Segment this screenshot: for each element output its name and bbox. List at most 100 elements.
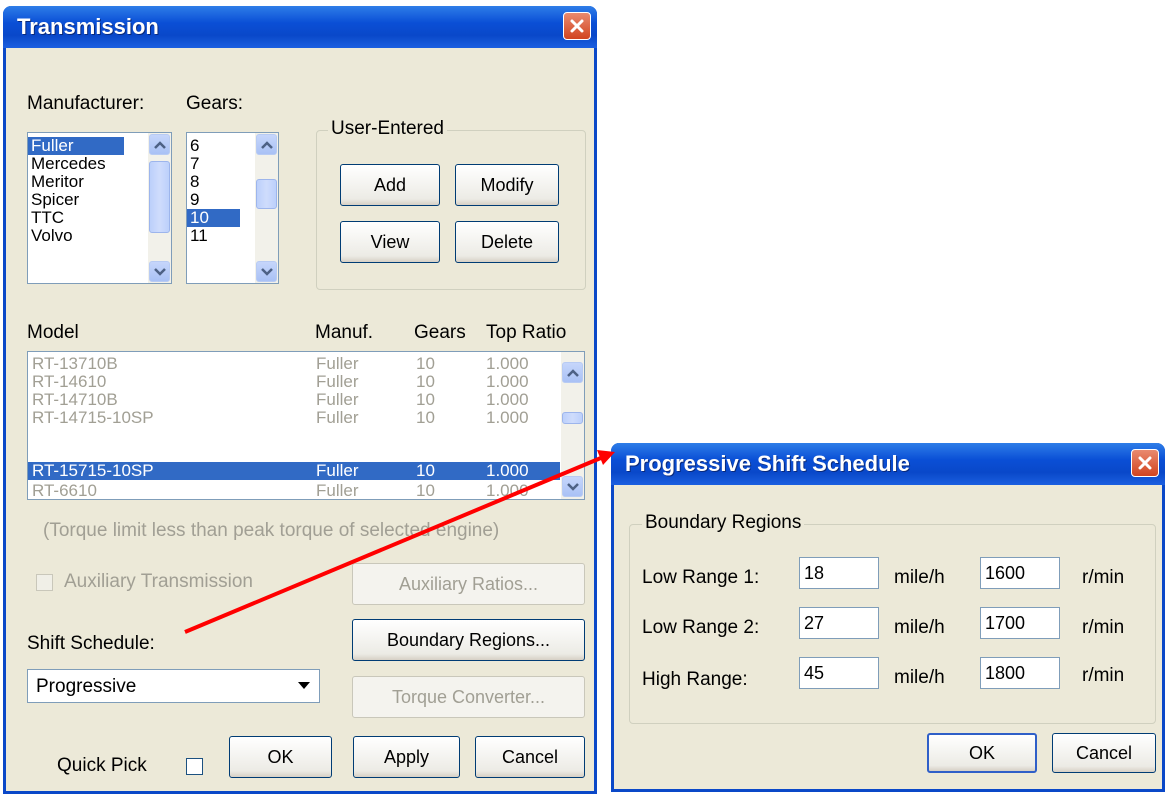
manuf-cell: Fuller [316, 481, 359, 500]
chevron-down-icon [260, 267, 273, 276]
user-entered-group [316, 130, 586, 290]
torque-converter-button[interactable]: Torque Converter... [352, 676, 585, 718]
chevron-down-icon [566, 482, 579, 491]
high-range-speed-input[interactable] [799, 657, 879, 689]
model-listbox[interactable]: RT-13710B Fuller 10 1.000 RT-14610 Fulle… [27, 351, 585, 500]
scroll-down-button[interactable] [256, 261, 277, 282]
list-item[interactable]: Fuller [28, 137, 124, 155]
table-row-selected[interactable]: RT-15715-10SP Fuller 10 1.000 [28, 462, 560, 480]
boundary-regions-button[interactable]: Boundary Regions... [352, 619, 585, 661]
gears-cell: 10 [416, 408, 435, 427]
gears-cell: 10 [416, 461, 435, 480]
quick-pick-label: Quick Pick [57, 755, 147, 776]
transmission-title: Transmission [17, 14, 159, 39]
shift-schedule-dropdown[interactable]: Progressive [27, 669, 320, 703]
auxiliary-transmission-label: Auxiliary Transmission [64, 571, 253, 592]
gears-cell: 10 [416, 481, 435, 500]
chevron-up-icon [260, 140, 273, 149]
auxiliary-transmission-checkbox[interactable] [36, 574, 53, 591]
chevron-down-icon [298, 682, 310, 689]
ratio-cell: 1.000 [486, 354, 529, 373]
view-button[interactable]: View [340, 221, 440, 263]
high-range-rpm-unit: r/min [1082, 665, 1125, 686]
cancel-button[interactable]: Cancel [1052, 733, 1156, 773]
low-range-2-speed-input[interactable] [799, 607, 879, 639]
list-item[interactable]: 10 [187, 209, 240, 227]
manuf-cell: Fuller [316, 372, 359, 391]
model-cell: RT-14710B [32, 390, 118, 409]
manufacturer-listbox[interactable]: Fuller Mercedes Meritor Spicer TTC Volvo [27, 132, 172, 284]
gears-listbox[interactable]: 6 7 8 9 10 11 [186, 132, 279, 284]
table-row[interactable]: RT-6610 Fuller 10 1.000 [28, 482, 560, 500]
dropdown-arrow-button[interactable] [292, 673, 316, 699]
scroll-thumb[interactable] [149, 161, 170, 233]
model-cell: RT-14715-10SP [32, 408, 154, 427]
table-row[interactable]: RT-14610 Fuller 10 1.000 [28, 373, 560, 391]
column-header-model: Model [27, 322, 79, 343]
chevron-up-icon [566, 368, 579, 377]
transmission-window: Transmission Manufacturer: Fuller Merced… [3, 6, 597, 794]
model-cell: RT-6610 [32, 481, 97, 500]
low-range-1-speed-input[interactable] [799, 557, 879, 589]
low-range-2-speed-unit: mile/h [894, 617, 945, 638]
scroll-up-button[interactable] [256, 134, 277, 155]
ratio-cell: 1.000 [486, 408, 529, 427]
manufacturer-label: Manufacturer: [27, 93, 145, 114]
table-row[interactable]: RT-14715-10SP Fuller 10 1.000 [28, 409, 560, 427]
auxiliary-ratios-button[interactable]: Auxiliary Ratios... [352, 563, 585, 605]
gears-cell: 10 [416, 354, 435, 373]
gears-scrollbar[interactable] [255, 133, 278, 283]
apply-button[interactable]: Apply [353, 736, 460, 778]
shift-schedule-dialog: Progressive Shift Schedule Boundary Regi… [611, 443, 1165, 792]
ratio-cell: 1.000 [486, 461, 529, 480]
scroll-up-button[interactable] [562, 362, 583, 383]
ratio-cell: 1.000 [486, 390, 529, 409]
scroll-thumb[interactable] [256, 179, 277, 209]
ok-button[interactable]: OK [927, 733, 1037, 773]
ok-button[interactable]: OK [229, 736, 332, 778]
close-icon [570, 19, 584, 33]
gears-cell: 10 [416, 372, 435, 391]
manuf-cell: Fuller [316, 461, 359, 480]
manuf-cell: Fuller [316, 354, 359, 373]
model-scrollbar[interactable] [561, 352, 584, 499]
table-row[interactable]: RT-14710B Fuller 10 1.000 [28, 391, 560, 409]
low-range-2-rpm-input[interactable] [980, 607, 1060, 639]
manuf-cell: Fuller [316, 408, 359, 427]
column-header-manuf: Manuf. [315, 322, 374, 343]
low-range-1-rpm-input[interactable] [980, 557, 1060, 589]
close-button[interactable] [1131, 449, 1159, 477]
chevron-down-icon [153, 267, 166, 276]
scroll-up-button[interactable] [149, 134, 170, 155]
low-range-2-label: Low Range 2: [642, 617, 760, 638]
add-button[interactable]: Add [340, 164, 440, 206]
quick-pick-checkbox[interactable] [186, 758, 203, 775]
shift-schedule-label: Shift Schedule: [27, 633, 155, 654]
manufacturer-scrollbar[interactable] [148, 133, 171, 283]
gears-label: Gears: [186, 93, 244, 114]
modify-button[interactable]: Modify [455, 164, 559, 206]
model-cell: RT-15715-10SP [32, 461, 154, 480]
table-row[interactable]: RT-13710B Fuller 10 1.000 [28, 355, 560, 373]
gears-cell: 10 [416, 390, 435, 409]
transmission-title-bar[interactable]: Transmission [3, 6, 597, 48]
boundary-regions-title: Boundary Regions [642, 512, 805, 534]
scroll-down-button[interactable] [562, 476, 583, 497]
shift-dialog-title-bar[interactable]: Progressive Shift Schedule [611, 443, 1165, 485]
shift-schedule-value: Progressive [36, 676, 137, 697]
ratio-cell: 1.000 [486, 481, 529, 500]
shift-dialog-title: Progressive Shift Schedule [625, 451, 910, 476]
high-range-speed-unit: mile/h [894, 667, 945, 688]
torque-limit-note: (Torque limit less than peak torque of s… [43, 520, 500, 541]
scroll-down-button[interactable] [149, 261, 170, 282]
scroll-thumb[interactable] [562, 412, 583, 424]
cancel-button[interactable]: Cancel [475, 736, 585, 778]
close-button[interactable] [563, 12, 591, 40]
column-header-gears: Gears [414, 322, 466, 343]
column-header-top-ratio: Top Ratio [486, 322, 567, 343]
low-range-1-label: Low Range 1: [642, 567, 760, 588]
delete-button[interactable]: Delete [455, 221, 559, 263]
model-cell: RT-13710B [32, 354, 118, 373]
user-entered-title: User-Entered [328, 118, 447, 140]
high-range-rpm-input[interactable] [980, 657, 1060, 689]
